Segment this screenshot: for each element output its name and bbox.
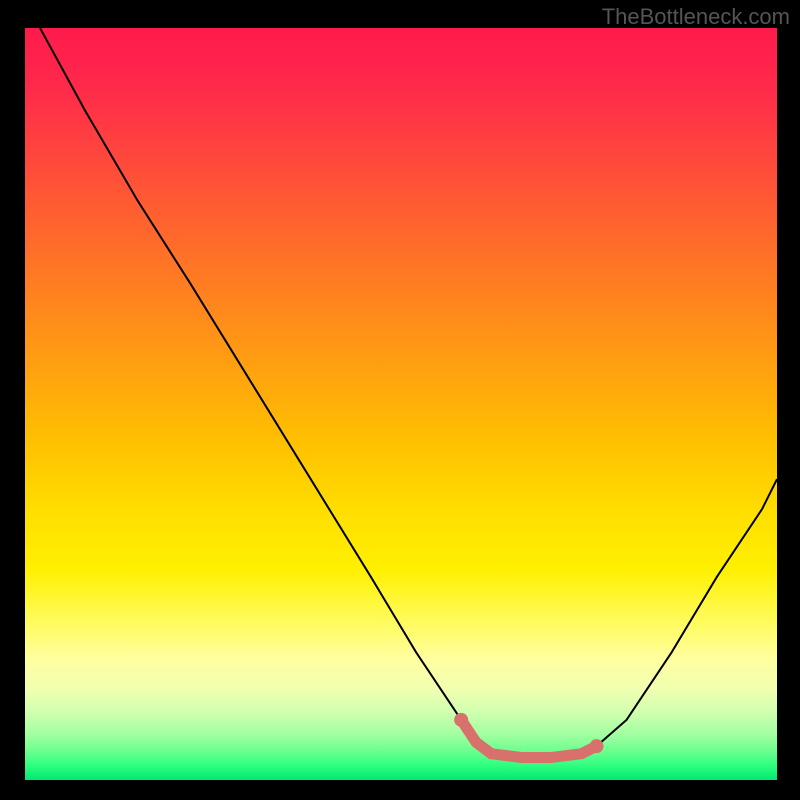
chart-plot-area [25,28,777,780]
highlight-dot-end [590,739,604,753]
bottleneck-curve-path [40,28,777,757]
curve-svg [25,28,777,780]
highlight-zone-path [461,720,596,758]
watermark-text: TheBottleneck.com [602,4,790,30]
highlight-dot-start [454,713,468,727]
